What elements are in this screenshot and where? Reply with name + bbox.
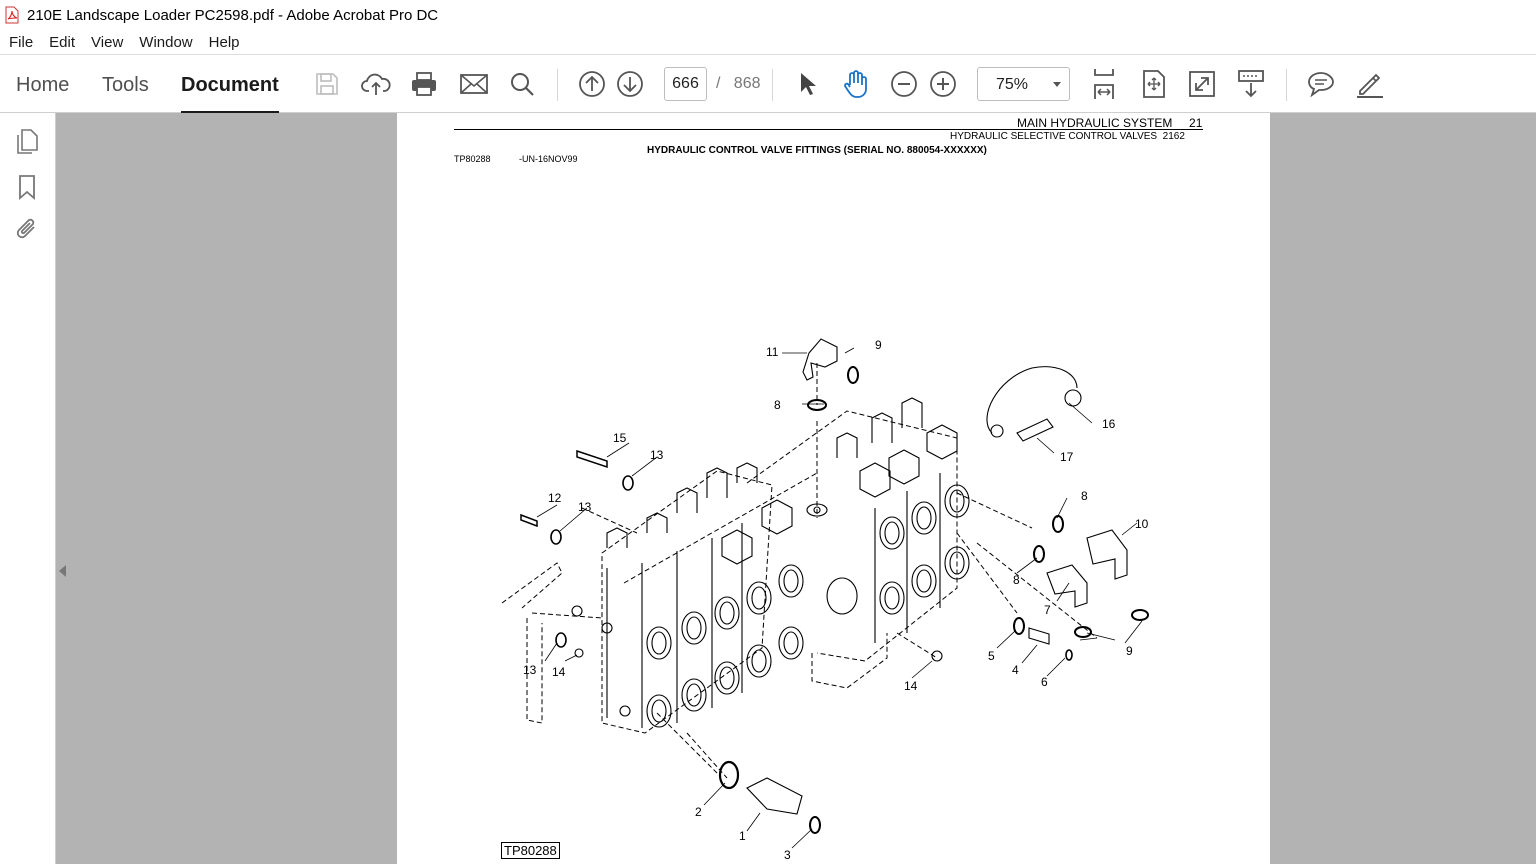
attachments-icon[interactable]: [12, 215, 42, 245]
title-bar: 210E Landscape Loader PC2598.pdf - Adobe…: [0, 0, 1536, 30]
page-total: / 868: [716, 75, 761, 92]
callout-9: 9: [1126, 644, 1133, 658]
email-icon[interactable]: [458, 68, 490, 100]
pdf-page: MAIN HYDRAULIC SYSTEM 21 HYDRAULIC SELEC…: [397, 113, 1270, 864]
select-pointer-icon[interactable]: [791, 68, 823, 100]
callout-3: 3: [784, 848, 791, 862]
upload-icon[interactable]: [360, 68, 392, 100]
callout-4: 4: [1012, 663, 1019, 677]
callout-13: 13: [650, 448, 664, 462]
callout-7: 7: [1044, 603, 1051, 617]
save-icon[interactable]: [311, 68, 343, 100]
callout-5: 5: [988, 649, 995, 663]
callout-14: 14: [552, 665, 566, 679]
toolbar-separator: [557, 69, 558, 101]
tab-document[interactable]: Document: [181, 55, 279, 114]
menu-help[interactable]: Help: [201, 34, 248, 51]
callout-14: 14: [904, 679, 918, 693]
callout-6: 6: [1041, 675, 1048, 689]
callout-17: 17: [1060, 450, 1074, 464]
fitting-parts: [520, 338, 1149, 834]
callout-15: 15: [613, 431, 627, 445]
callout-12: 12: [548, 491, 562, 505]
scroll-mode-icon[interactable]: [1235, 68, 1267, 100]
document-viewer[interactable]: MAIN HYDRAULIC SYSTEM 21 HYDRAULIC SELEC…: [56, 113, 1536, 864]
figure-label: TP80288: [501, 842, 560, 859]
page-down-icon[interactable]: [614, 68, 646, 100]
menu-bar: File Edit View Window Help: [0, 30, 1536, 54]
toolbar-separator: [772, 69, 773, 101]
page-thumbnails-icon[interactable]: [12, 127, 42, 157]
menu-window[interactable]: Window: [131, 34, 200, 51]
callout-1: 1: [739, 829, 746, 843]
toolbar-separator: [1286, 69, 1287, 101]
callout-8: 8: [1081, 489, 1088, 503]
comment-icon[interactable]: [1305, 68, 1337, 100]
fit-width-icon[interactable]: [1088, 68, 1120, 100]
callout-13: 13: [578, 500, 592, 514]
callout-9: 9: [875, 338, 882, 352]
chevron-down-icon: [1053, 82, 1061, 87]
zoom-value: 75%: [996, 76, 1029, 93]
hand-icon[interactable]: [840, 68, 872, 100]
print-icon[interactable]: [408, 68, 440, 100]
callout-13: 13: [523, 663, 537, 677]
left-navigation-panel: [0, 113, 56, 864]
menu-view[interactable]: View: [83, 34, 131, 51]
search-icon[interactable]: [506, 68, 538, 100]
menu-edit[interactable]: Edit: [41, 34, 83, 51]
zoom-select[interactable]: 75%: [977, 67, 1070, 101]
sign-icon[interactable]: [1353, 68, 1385, 100]
callout-labels: 11 9 8 15 13 12 13 16 17 8 10 8 7 5 4 6 …: [523, 338, 1149, 862]
page-number-input[interactable]: 666: [664, 67, 707, 101]
callout-2: 2: [695, 805, 702, 819]
page-up-icon[interactable]: [576, 68, 608, 100]
tab-tools[interactable]: Tools: [102, 55, 149, 113]
callout-16: 16: [1102, 417, 1116, 431]
callout-11: 11: [766, 345, 779, 359]
window-title: 210E Landscape Loader PC2598.pdf - Adobe…: [27, 6, 439, 24]
collapse-panel-arrow-icon[interactable]: [59, 565, 66, 577]
callout-10: 10: [1135, 517, 1149, 531]
callout-leaders: [536, 347, 1143, 849]
bookmarks-icon[interactable]: [12, 172, 42, 202]
callout-8: 8: [1013, 573, 1020, 587]
zoom-out-icon[interactable]: [888, 68, 920, 100]
zoom-in-icon[interactable]: [927, 68, 959, 100]
fullscreen-icon[interactable]: [1186, 68, 1218, 100]
main-toolbar: Home Tools Document 666 / 868 75%: [0, 54, 1536, 114]
fit-page-icon[interactable]: [1138, 68, 1170, 100]
callout-8: 8: [774, 398, 781, 412]
tab-home[interactable]: Home: [16, 55, 69, 113]
valve-fittings-diagram: 11 9 8 15 13 12 13 16 17 8 10 8 7 5 4 6 …: [501, 338, 1149, 862]
pdf-file-icon: [5, 6, 19, 24]
menu-file[interactable]: File: [0, 34, 41, 51]
